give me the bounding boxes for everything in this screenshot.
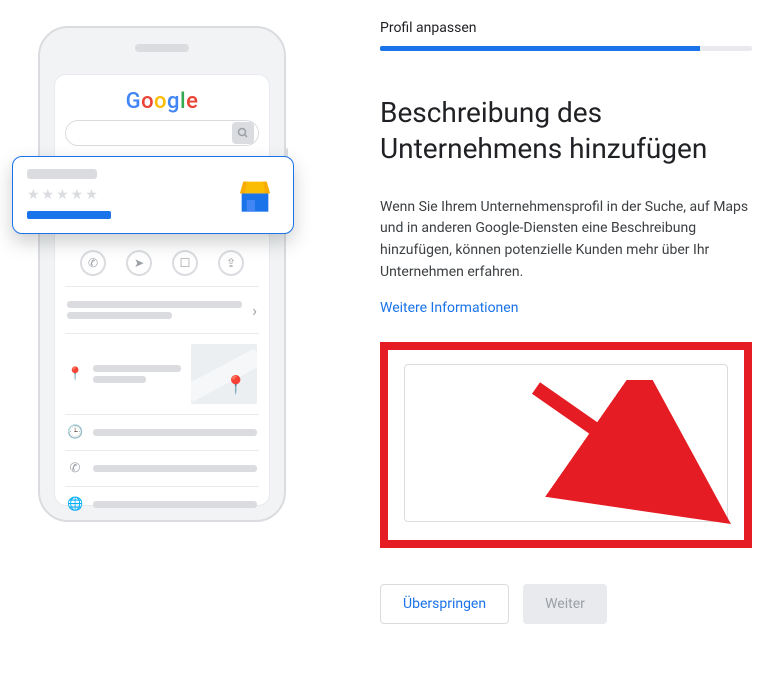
page-title: Beschreibung des Unternehmens hinzufügen xyxy=(380,95,752,167)
next-button[interactable]: Weiter xyxy=(523,584,607,624)
description-text: Wenn Sie Ihrem Unternehmensprofil in der… xyxy=(380,197,752,284)
search-icon xyxy=(232,122,254,144)
hours-row: 🕒 xyxy=(65,414,259,450)
progress-bar xyxy=(380,46,752,51)
address-row: 📍 📍 xyxy=(65,333,259,414)
google-logo: Google xyxy=(65,89,259,114)
search-bar xyxy=(65,120,259,146)
char-counter: 0 / 750 xyxy=(664,498,710,512)
progress-fill xyxy=(380,46,700,51)
step-label: Profil anpassen xyxy=(380,20,752,36)
bookmark-icon: ☐ xyxy=(172,250,198,276)
phone-screen: Google ✆ ➤ ☐ ⇪ › 📍 📍 xyxy=(54,74,270,506)
map-thumb: 📍 xyxy=(191,344,257,404)
chevron-right-icon: › xyxy=(252,301,257,320)
info-row: › xyxy=(65,286,259,333)
call-icon: ✆ xyxy=(80,250,106,276)
more-info-link[interactable]: Weitere Informationen xyxy=(380,300,518,316)
directions-icon: ➤ xyxy=(126,250,152,276)
clock-icon: 🕒 xyxy=(67,425,83,440)
pin-icon: 📍 xyxy=(67,367,83,382)
phone-speaker xyxy=(135,44,189,52)
phone-illustration: Google ✆ ➤ ☐ ⇪ › 📍 📍 xyxy=(38,26,286,522)
business-card: ★★★★★ xyxy=(12,156,294,234)
quick-action-row: ✆ ➤ ☐ ⇪ xyxy=(65,250,259,276)
globe-icon: 🌐 xyxy=(67,497,83,512)
phone-row: ✆ xyxy=(65,450,259,486)
highlight-box: 0 / 750 xyxy=(380,342,752,548)
phone-icon: ✆ xyxy=(67,461,83,476)
share-icon: ⇪ xyxy=(218,250,244,276)
website-row: 🌐 xyxy=(65,486,259,522)
storefront-icon xyxy=(235,175,275,215)
skip-button[interactable]: Überspringen xyxy=(380,584,509,624)
